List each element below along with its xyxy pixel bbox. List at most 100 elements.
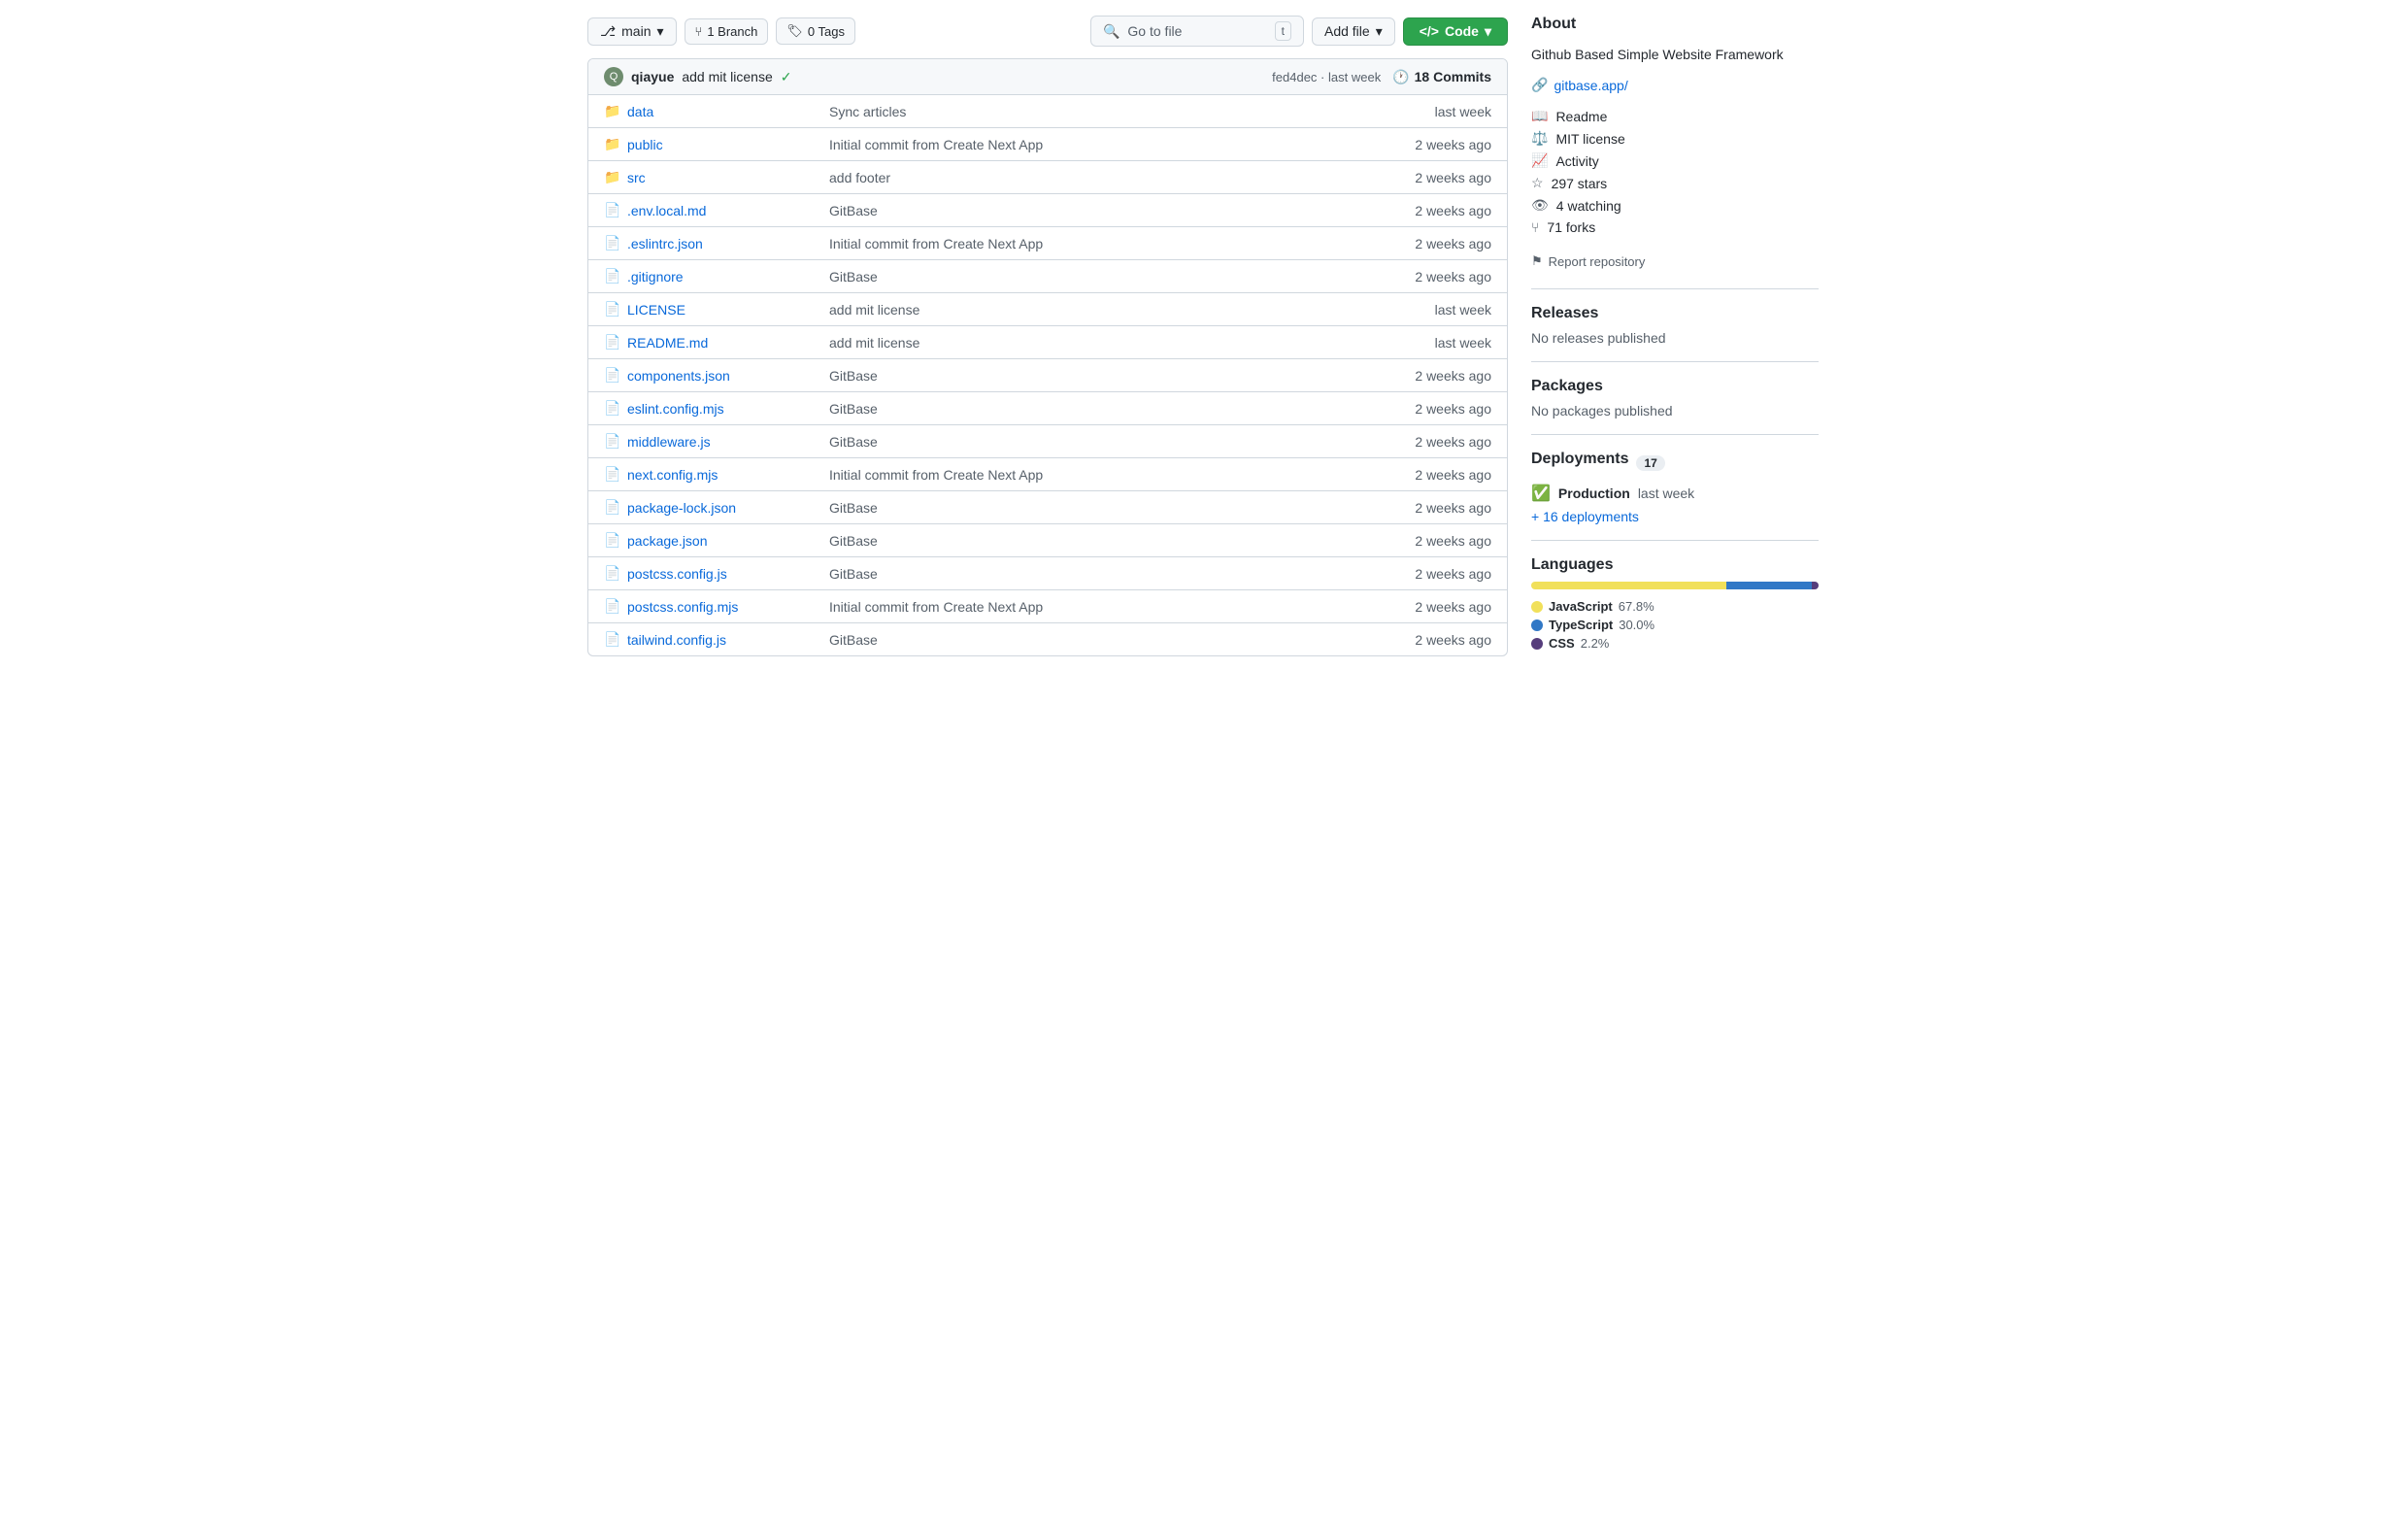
file-name[interactable]: components.json <box>627 368 821 384</box>
about-stats: 📖 Readme ⚖️ MIT license 📈 Activity ☆ 297… <box>1531 105 1819 238</box>
add-file-button[interactable]: Add file ▾ <box>1312 17 1395 46</box>
table-row: 📁 public Initial commit from Create Next A… <box>588 128 1507 161</box>
add-file-label: Add file <box>1324 23 1370 39</box>
code-button[interactable]: </> Code ▾ <box>1403 17 1508 46</box>
languages-title: Languages <box>1531 556 1819 574</box>
file-name[interactable]: src <box>627 170 821 185</box>
file-name[interactable]: data <box>627 104 821 119</box>
table-row: 📄.env.local.mdGitBase2 weeks ago <box>588 194 1507 227</box>
file-icon: 📄 <box>604 532 619 549</box>
lang-percentage: 2.2% <box>1581 636 1610 651</box>
lang-item-css: CSS2.2% <box>1531 636 1819 651</box>
file-commit-message: Initial commit from Create Next App <box>829 137 1396 152</box>
file-time: 2 weeks ago <box>1404 401 1491 417</box>
deployment-time: last week <box>1638 485 1694 501</box>
about-description: Github Based Simple Website Framework <box>1531 45 1819 65</box>
go-to-file-button[interactable]: 🔍 Go to file t <box>1090 16 1304 47</box>
file-time: 2 weeks ago <box>1404 467 1491 483</box>
releases-title: Releases <box>1531 305 1819 322</box>
file-time: 2 weeks ago <box>1404 137 1491 152</box>
file-name[interactable]: .env.local.md <box>627 203 821 218</box>
file-commit-message: GitBase <box>829 269 1396 285</box>
branch-count-label: 1 Branch <box>707 24 757 39</box>
file-list: 📁 data Sync articles last week 📁 public Initia… <box>588 95 1507 655</box>
file-commit-message: GitBase <box>829 368 1396 384</box>
file-name[interactable]: public <box>627 137 821 152</box>
readme-link[interactable]: 📖 Readme <box>1531 105 1819 127</box>
file-name[interactable]: .eslintrc.json <box>627 236 821 251</box>
table-row: 📄middleware.jsGitBase2 weeks ago <box>588 425 1507 458</box>
avatar: Q <box>604 67 623 86</box>
file-time: 2 weeks ago <box>1404 632 1491 648</box>
forks-link[interactable]: ⑂ 71 forks <box>1531 217 1819 238</box>
folder-icon: 📁 <box>604 169 619 185</box>
deployments-count-badge: 17 <box>1636 455 1664 471</box>
file-time: 2 weeks ago <box>1404 236 1491 251</box>
main-content: ⎇ main ▾ ⑂ 1 Branch 🏷 0 Tags 🔍 Go to fil… <box>587 16 1508 656</box>
file-commit-message: GitBase <box>829 566 1396 582</box>
file-icon: 📄 <box>604 499 619 516</box>
file-time: last week <box>1404 302 1491 318</box>
file-name[interactable]: postcss.config.js <box>627 566 821 582</box>
lang-item-javascript: JavaScript67.8% <box>1531 599 1819 614</box>
file-commit-message: Sync articles <box>829 104 1396 119</box>
commit-user[interactable]: qiayue <box>631 69 674 84</box>
search-shortcut: t <box>1275 21 1291 41</box>
code-label: Code <box>1445 23 1479 39</box>
table-row: 📄package-lock.jsonGitBase2 weeks ago <box>588 491 1507 524</box>
folder-icon: 📁 <box>604 103 619 119</box>
packages-title: Packages <box>1531 378 1819 395</box>
fork-icon: ⑂ <box>1531 219 1539 235</box>
table-row: 📄.eslintrc.jsonInitial commit from Creat… <box>588 227 1507 260</box>
branch-selector[interactable]: ⎇ main ▾ <box>587 17 677 46</box>
branch-count-link[interactable]: ⑂ 1 Branch <box>685 18 769 45</box>
stars-link[interactable]: ☆ 297 stars <box>1531 172 1819 194</box>
table-row: 📄postcss.config.jsGitBase2 weeks ago <box>588 557 1507 590</box>
tag-count-link[interactable]: 🏷 0 Tags <box>776 17 855 45</box>
chevron-down-icon: ▾ <box>1485 23 1491 40</box>
releases-section: Releases No releases published <box>1531 288 1819 346</box>
file-icon: 📄 <box>604 301 619 318</box>
file-name[interactable]: LICENSE <box>627 302 821 318</box>
watching-link[interactable]: 👁 4 watching <box>1531 194 1819 217</box>
file-name[interactable]: README.md <box>627 335 821 351</box>
file-icon: 📄 <box>604 202 619 218</box>
branch-icon: ⎇ <box>600 23 616 40</box>
license-link[interactable]: ⚖️ MIT license <box>1531 127 1819 150</box>
lang-name: JavaScript <box>1549 599 1613 614</box>
deployment-row: ✅ Production last week <box>1531 484 1819 503</box>
about-section: About Github Based Simple Website Framew… <box>1531 16 1819 273</box>
commits-link[interactable]: 🕐 18 Commits <box>1392 69 1491 85</box>
file-time: 2 weeks ago <box>1404 368 1491 384</box>
file-name[interactable]: package.json <box>627 533 821 549</box>
branch-count-icon: ⑂ <box>695 24 703 39</box>
file-name[interactable]: eslint.config.mjs <box>627 401 821 417</box>
file-name[interactable]: next.config.mjs <box>627 467 821 483</box>
file-name[interactable]: postcss.config.mjs <box>627 599 821 615</box>
table-row: 📄next.config.mjsInitial commit from Crea… <box>588 458 1507 491</box>
file-time: 2 weeks ago <box>1404 269 1491 285</box>
deployments-more-link[interactable]: + 16 deployments <box>1531 509 1639 524</box>
lang-color-dot <box>1531 619 1543 631</box>
file-name[interactable]: tailwind.config.js <box>627 632 821 648</box>
folder-icon: 📁 <box>604 136 619 152</box>
tag-icon: 🏷 <box>786 23 803 39</box>
book-icon: 📖 <box>1531 108 1548 124</box>
file-name[interactable]: middleware.js <box>627 434 821 450</box>
releases-empty: No releases published <box>1531 330 1819 346</box>
packages-section: Packages No packages published <box>1531 361 1819 418</box>
report-repository-link[interactable]: ⚑ Report repository <box>1531 250 1819 273</box>
lang-item-typescript: TypeScript30.0% <box>1531 618 1819 632</box>
file-commit-message: GitBase <box>829 203 1396 218</box>
file-commit-message: GitBase <box>829 434 1396 450</box>
website-link[interactable]: 🔗 gitbase.app/ <box>1531 77 1819 93</box>
file-icon: 📄 <box>604 631 619 648</box>
commit-hash: fed4dec · last week <box>1272 70 1381 84</box>
file-icon: 📄 <box>604 466 619 483</box>
activity-link[interactable]: 📈 Activity <box>1531 150 1819 172</box>
packages-empty: No packages published <box>1531 403 1819 418</box>
file-time: 2 weeks ago <box>1404 434 1491 450</box>
file-name[interactable]: package-lock.json <box>627 500 821 516</box>
languages-section: Languages JavaScript67.8% TypeScript30.0%… <box>1531 540 1819 651</box>
file-name[interactable]: .gitignore <box>627 269 821 285</box>
